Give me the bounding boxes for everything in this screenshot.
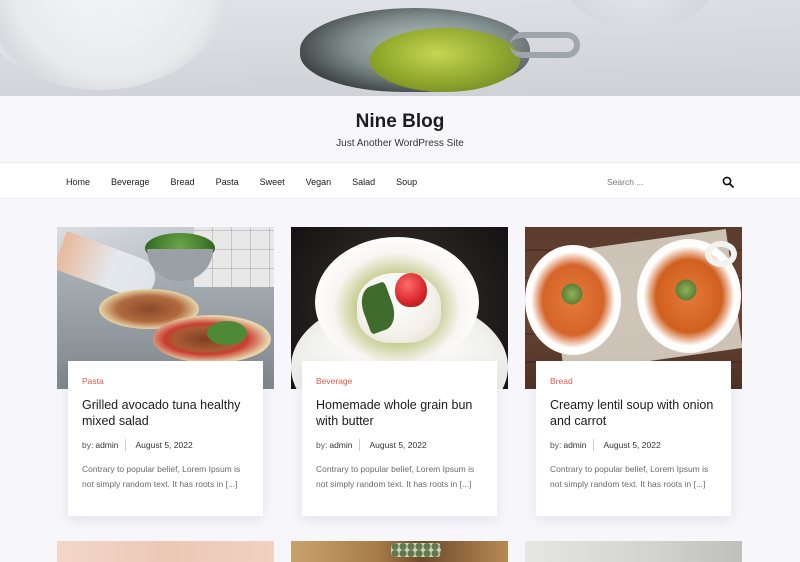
primary-menu: Home Beverage Bread Pasta Sweet Vegan Sa… — [66, 163, 438, 200]
post-date-link[interactable]: August 5, 2022 — [370, 440, 427, 450]
nav-item-salad[interactable]: Salad — [352, 177, 375, 187]
search-input[interactable] — [600, 177, 710, 187]
nav-item-home[interactable]: Home — [66, 177, 90, 187]
site-branding: Nine Blog Just Another WordPress Site — [0, 96, 800, 162]
post-category-link[interactable]: Bread — [550, 376, 717, 386]
post-card: Beverage Homemade whole grain bun with b… — [291, 227, 508, 517]
post-date-link[interactable]: August 5, 2022 — [136, 440, 193, 450]
post-excerpt: Contrary to popular belief, Lorem Ipsum … — [82, 464, 241, 489]
by-label: by: — [82, 440, 94, 450]
post-title-link[interactable]: Grilled avocado tuna healthy mixed salad — [82, 397, 249, 429]
post-date-link[interactable]: August 5, 2022 — [604, 440, 661, 450]
post-category-link[interactable]: Beverage — [316, 376, 483, 386]
post-meta: by: admin August 5, 2022 — [82, 439, 249, 451]
post-excerpt: Contrary to popular belief, Lorem Ipsum … — [316, 464, 475, 489]
search-form — [600, 171, 742, 193]
nav-item-pasta[interactable]: Pasta — [216, 177, 239, 187]
post-meta: by: admin August 5, 2022 — [550, 439, 717, 451]
post-excerpt: Contrary to popular belief, Lorem Ipsum … — [550, 464, 709, 489]
site-title[interactable]: Nine Blog — [0, 111, 800, 133]
post-author-link[interactable]: admin — [95, 440, 118, 450]
nav-item-vegan[interactable]: Vegan — [306, 177, 332, 187]
post-author-link[interactable]: admin — [563, 440, 586, 450]
post-content-box: Bread Creamy lentil soup with onion and … — [536, 361, 731, 516]
post-category-link[interactable]: Pasta — [82, 376, 249, 386]
meta-divider — [592, 439, 594, 451]
by-label: by: — [316, 440, 328, 450]
post-card: Bread Creamy lentil soup with onion and … — [525, 227, 742, 517]
post-title-link[interactable]: Homemade whole grain bun with butter — [316, 397, 483, 429]
post-content-box: Pasta Grilled avocado tuna healthy mixed… — [68, 361, 263, 516]
post-thumbnail[interactable] — [57, 541, 274, 562]
post-title-link[interactable]: Creamy lentil soup with onion and carrot — [550, 397, 717, 429]
header-hero-image — [0, 0, 800, 96]
post-thumbnail[interactable] — [291, 541, 508, 562]
main-navigation: Home Beverage Bread Pasta Sweet Vegan Sa… — [0, 162, 800, 199]
search-icon[interactable] — [722, 176, 734, 188]
meta-divider — [358, 439, 360, 451]
meta-divider — [124, 439, 126, 451]
post-content-box: Beverage Homemade whole grain bun with b… — [302, 361, 497, 516]
nav-item-sweet[interactable]: Sweet — [260, 177, 285, 187]
post-meta: by: admin August 5, 2022 — [316, 439, 483, 451]
nav-item-beverage[interactable]: Beverage — [111, 177, 150, 187]
nav-item-bread[interactable]: Bread — [171, 177, 195, 187]
post-author-link[interactable]: admin — [329, 440, 352, 450]
post-card: Pasta Grilled avocado tuna healthy mixed… — [57, 227, 274, 517]
nav-item-soup[interactable]: Soup — [396, 177, 417, 187]
site-tagline: Just Another WordPress Site — [336, 138, 464, 149]
post-thumbnail[interactable] — [525, 541, 742, 562]
by-label: by: — [550, 440, 562, 450]
